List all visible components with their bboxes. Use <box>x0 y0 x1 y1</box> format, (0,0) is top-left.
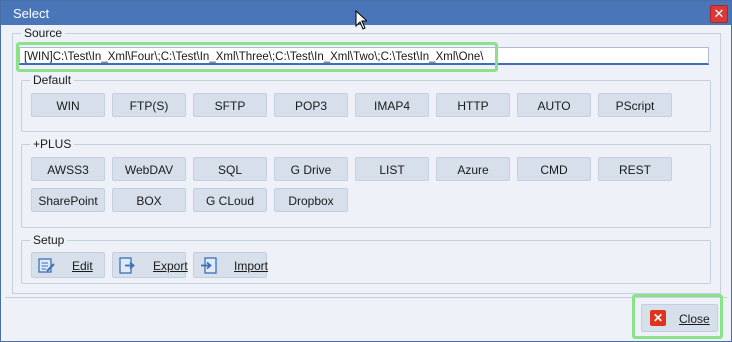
rest-button[interactable]: REST <box>598 157 672 181</box>
gcloud-button[interactable]: G CLoud <box>193 188 267 212</box>
edit-icon <box>38 258 55 273</box>
webdav-button[interactable]: WebDAV <box>112 157 186 181</box>
cmd-button[interactable]: CMD <box>517 157 591 181</box>
dropbox-button[interactable]: Dropbox <box>274 188 348 212</box>
footer-separator <box>5 297 727 298</box>
sftp-button[interactable]: SFTP <box>193 93 267 117</box>
import-button-label: Import <box>234 259 269 273</box>
default-group-label: Default <box>30 73 75 87</box>
window-title: Select <box>13 6 50 21</box>
azure-button[interactable]: Azure <box>436 157 510 181</box>
plus-group-label: +PLUS <box>30 137 75 151</box>
mouse-cursor-icon <box>355 10 367 30</box>
sql-button[interactable]: SQL <box>193 157 267 181</box>
source-highlight <box>16 42 498 72</box>
window-close-button[interactable]: ✕ <box>710 5 728 23</box>
import-button[interactable]: Import <box>193 252 269 278</box>
export-button-label: Export <box>153 259 188 273</box>
win-button[interactable]: WIN <box>31 93 105 117</box>
auto-button[interactable]: AUTO <box>517 93 591 117</box>
import-icon <box>201 257 217 274</box>
imap4-button[interactable]: IMAP4 <box>355 93 429 117</box>
close-highlight <box>632 294 723 339</box>
pop3-button[interactable]: POP3 <box>274 93 348 117</box>
export-button[interactable]: Export <box>112 252 188 278</box>
edit-button[interactable]: Edit <box>31 252 105 278</box>
awss3-button[interactable]: AWSS3 <box>31 157 105 181</box>
box-button[interactable]: BOX <box>112 188 186 212</box>
ftps-button[interactable]: FTP(S) <box>112 93 186 117</box>
export-icon <box>119 257 135 274</box>
setup-group-label: Setup <box>30 233 68 247</box>
gdrive-button[interactable]: G Drive <box>274 157 348 181</box>
http-button[interactable]: HTTP <box>436 93 510 117</box>
source-label: Source <box>21 26 66 40</box>
pscript-button[interactable]: PScript <box>598 93 672 117</box>
list-button[interactable]: LIST <box>355 157 429 181</box>
select-dialog: Select ✕ Source [WIN]C:\Test\In_Xml\Four… <box>0 0 732 342</box>
sharepoint-button[interactable]: SharePoint <box>31 188 105 212</box>
edit-button-label: Edit <box>72 259 93 273</box>
